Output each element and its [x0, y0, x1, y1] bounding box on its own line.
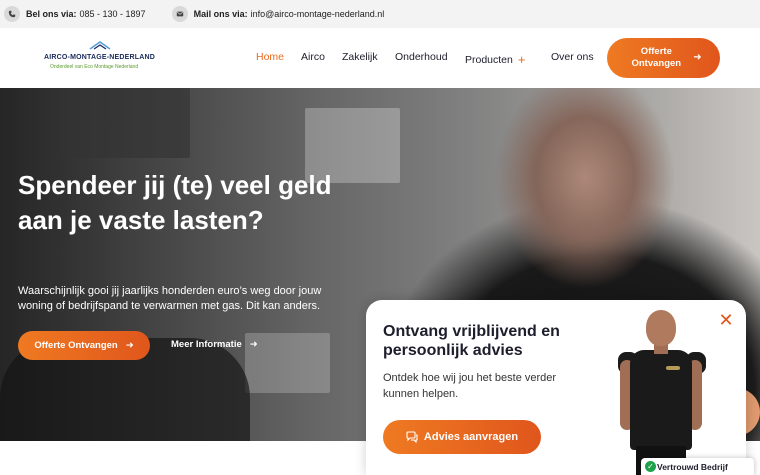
arrow-right-icon: ➜: [125, 340, 134, 351]
close-icon[interactable]: ✕: [718, 311, 734, 329]
nav-item-airco[interactable]: Airco: [301, 51, 325, 63]
hero-offerte-button[interactable]: Offerte Ontvangen ➜: [18, 331, 150, 360]
advice-popup: Ontvang vrijblijvend en persoonlijk advi…: [366, 300, 746, 475]
popup-title: Ontvang vrijblijvend en persoonlijk advi…: [383, 323, 560, 359]
arrow-right-icon: ➜: [693, 52, 702, 63]
nav-item-onderhoud[interactable]: Onderhoud: [395, 51, 448, 63]
popup-text: Ontdek hoe wij jou het beste verder kunn…: [383, 372, 557, 400]
nav-item-home[interactable]: Home: [256, 51, 284, 63]
phone-icon: [4, 6, 20, 22]
advies-aanvragen-button[interactable]: Advies aanvragen: [383, 420, 541, 454]
phone-label: Bel ons via:: [26, 9, 77, 19]
advisor-photo: [616, 308, 708, 475]
chat-icon: [406, 431, 418, 443]
advisor-head: [646, 310, 676, 346]
hero-text: Waarschijnlijk gooi jij jaarlijks honder…: [18, 285, 322, 312]
site-header: AIRCO-MONTAGE-NEDERLAND Onderdeel van Ec…: [0, 28, 760, 88]
mail-label: Mail ons via:: [193, 9, 248, 19]
arrow-right-icon: ➜: [249, 339, 258, 350]
logo-subtitle: Onderdeel van Eco Montage Nederland: [50, 64, 139, 70]
meer-informatie-link[interactable]: Meer Informatie ➜: [171, 339, 258, 350]
logo-title: AIRCO-MONTAGE-NEDERLAND: [44, 54, 156, 61]
nav-item-producten-label: Producten: [465, 54, 513, 66]
trust-badge[interactable]: ✓ Vertrouwd Bedrijf: [641, 458, 754, 475]
header-offerte-label: Offerte Ontvangen: [631, 46, 682, 69]
mail-icon: [171, 6, 188, 22]
meer-informatie-label: Meer Informatie: [171, 339, 242, 350]
phone-contact[interactable]: Bel ons via: 085 - 130 - 1897: [4, 6, 146, 22]
nav-item-zakelijk[interactable]: Zakelijk: [342, 51, 378, 63]
hero-title: Spendeer jij (te) veel geld aan je vaste…: [18, 170, 332, 235]
mail-value[interactable]: info@airco-montage-nederland.nl: [251, 9, 385, 19]
advisor-shirt: [630, 350, 692, 450]
top-contact-bar: Bel ons via: 085 - 130 - 1897 Mail ons v…: [0, 0, 760, 28]
plus-icon: +: [517, 52, 526, 67]
header-offerte-button[interactable]: Offerte Ontvangen ➜: [607, 38, 720, 78]
nav-item-over-ons[interactable]: Over ons: [551, 51, 594, 63]
phone-value[interactable]: 085 - 130 - 1897: [80, 9, 146, 19]
trust-badge-label: Vertrouwd Bedrijf: [657, 461, 728, 472]
shirt-logo: [666, 366, 680, 370]
nav-item-producten[interactable]: Producten +: [465, 51, 526, 67]
check-icon: ✓: [645, 461, 656, 472]
mail-contact[interactable]: Mail ons via: info@airco-montage-nederla…: [171, 6, 385, 22]
hero-offerte-label: Offerte Ontvangen: [34, 340, 118, 351]
advies-aanvragen-label: Advies aanvragen: [423, 431, 519, 443]
site-logo[interactable]: AIRCO-MONTAGE-NEDERLAND Onderdeel van Ec…: [44, 40, 160, 76]
roof-logo-icon: [89, 41, 111, 50]
